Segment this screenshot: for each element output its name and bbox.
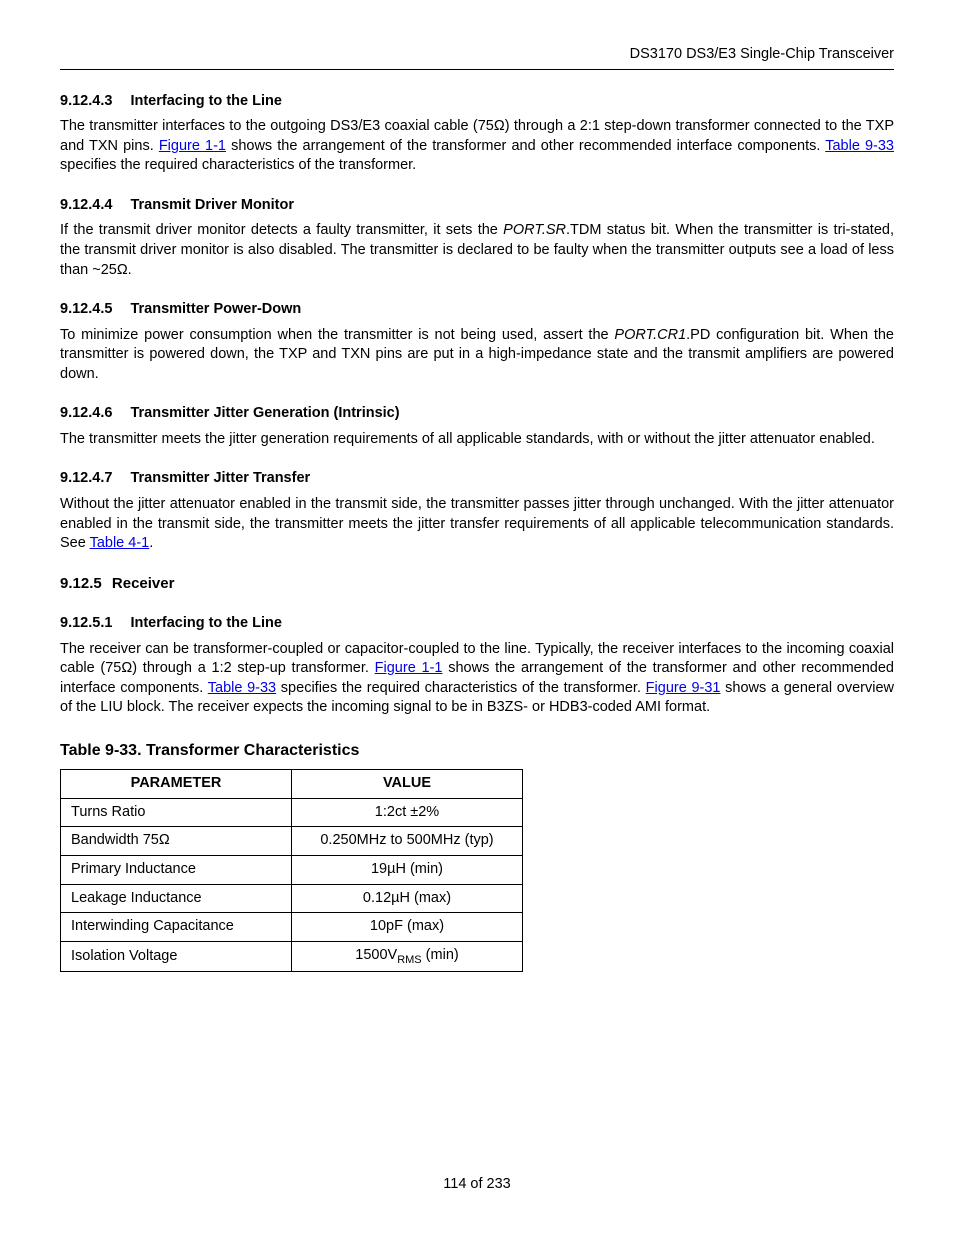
heading-9-12-5: 9.12.5 Receiver xyxy=(60,574,894,594)
heading-9-12-4-6: 9.12.4.6 Transmitter Jitter Generation (… xyxy=(60,404,894,424)
table-9-33-link[interactable]: Table 9-33 xyxy=(825,138,894,154)
text: To minimize power consumption when the t… xyxy=(60,327,614,343)
table-row: Leakage Inductance0.12µH (max) xyxy=(61,884,523,913)
column-header-value: VALUE xyxy=(292,770,523,799)
value-cell: 0.12µH (max) xyxy=(292,884,523,913)
value-cell: 19µH (min) xyxy=(292,856,523,885)
register-name: PORT.SR xyxy=(503,222,566,238)
paragraph: The transmitter meets the jitter generat… xyxy=(60,430,894,450)
page-footer: 114 of 233 xyxy=(0,1175,954,1195)
heading-number: 9.12.4.3 xyxy=(60,92,112,112)
page-header: DS3170 DS3/E3 Single-Chip Transceiver xyxy=(60,45,894,70)
table-title: Table 9-33. Transformer Characteristics xyxy=(60,740,894,762)
transformer-characteristics-table: PARAMETER VALUE Turns Ratio1:2ct ±2%Band… xyxy=(60,769,523,972)
table-9-33-link[interactable]: Table 9-33 xyxy=(208,680,276,696)
text: . xyxy=(149,535,153,551)
table-row: Isolation Voltage1500VRMS (min) xyxy=(61,941,523,972)
heading-9-12-4-3: 9.12.4.3 Interfacing to the Line xyxy=(60,92,894,112)
heading-number: 9.12.4.5 xyxy=(60,300,112,320)
heading-9-12-4-5: 9.12.4.5 Transmitter Power-Down xyxy=(60,300,894,320)
value-cell: 1500VRMS (min) xyxy=(292,941,523,972)
column-header-parameter: PARAMETER xyxy=(61,770,292,799)
register-name: PORT.CR1 xyxy=(614,327,686,343)
heading-title: Transmitter Jitter Generation (Intrinsic… xyxy=(130,404,399,424)
parameter-cell: Isolation Voltage xyxy=(61,941,292,972)
paragraph: The transmitter interfaces to the outgoi… xyxy=(60,117,894,176)
parameter-cell: Leakage Inductance xyxy=(61,884,292,913)
table-row: Primary Inductance19µH (min) xyxy=(61,856,523,885)
heading-number: 9.12.4.7 xyxy=(60,469,112,489)
value-cell: 0.250MHz to 500MHz (typ) xyxy=(292,827,523,856)
heading-number: 9.12.4.4 xyxy=(60,196,112,216)
paragraph: The receiver can be transformer-coupled … xyxy=(60,640,894,718)
figure-9-31-link[interactable]: Figure 9-31 xyxy=(646,680,721,696)
heading-number: 9.12.4.6 xyxy=(60,404,112,424)
heading-number: 9.12.5.1 xyxy=(60,614,112,634)
table-header-row: PARAMETER VALUE xyxy=(61,770,523,799)
table-4-1-link[interactable]: Table 4-1 xyxy=(90,535,150,551)
text: specifies the required characteristics o… xyxy=(276,680,646,696)
heading-title: Interfacing to the Line xyxy=(130,92,281,112)
figure-1-1-link[interactable]: Figure 1-1 xyxy=(159,138,226,154)
text: shows the arrangement of the transformer… xyxy=(226,138,825,154)
paragraph: To minimize power consumption when the t… xyxy=(60,326,894,385)
parameter-cell: Turns Ratio xyxy=(61,798,292,827)
table-row: Turns Ratio1:2ct ±2% xyxy=(61,798,523,827)
table-row: Interwinding Capacitance10pF (max) xyxy=(61,913,523,942)
heading-9-12-4-7: 9.12.4.7 Transmitter Jitter Transfer xyxy=(60,469,894,489)
parameter-cell: Bandwidth 75Ω xyxy=(61,827,292,856)
heading-title: Transmitter Power-Down xyxy=(130,300,301,320)
heading-title: Interfacing to the Line xyxy=(130,614,281,634)
parameter-cell: Interwinding Capacitance xyxy=(61,913,292,942)
table-row: Bandwidth 75Ω0.250MHz to 500MHz (typ) xyxy=(61,827,523,856)
heading-title: Transmit Driver Monitor xyxy=(130,196,294,216)
heading-9-12-4-4: 9.12.4.4 Transmit Driver Monitor xyxy=(60,196,894,216)
text: specifies the required characteristics o… xyxy=(60,157,416,173)
heading-9-12-5-1: 9.12.5.1 Interfacing to the Line xyxy=(60,614,894,634)
paragraph: Without the jitter attenuator enabled in… xyxy=(60,495,894,554)
text: Without the jitter attenuator enabled in… xyxy=(60,496,894,551)
figure-1-1-link[interactable]: Figure 1-1 xyxy=(375,660,443,676)
text: If the transmit driver monitor detects a… xyxy=(60,222,503,238)
heading-title: Receiver xyxy=(112,574,175,594)
parameter-cell: Primary Inductance xyxy=(61,856,292,885)
value-cell: 10pF (max) xyxy=(292,913,523,942)
heading-title: Transmitter Jitter Transfer xyxy=(130,469,310,489)
paragraph: If the transmit driver monitor detects a… xyxy=(60,221,894,280)
value-cell: 1:2ct ±2% xyxy=(292,798,523,827)
heading-number: 9.12.5 xyxy=(60,574,102,594)
